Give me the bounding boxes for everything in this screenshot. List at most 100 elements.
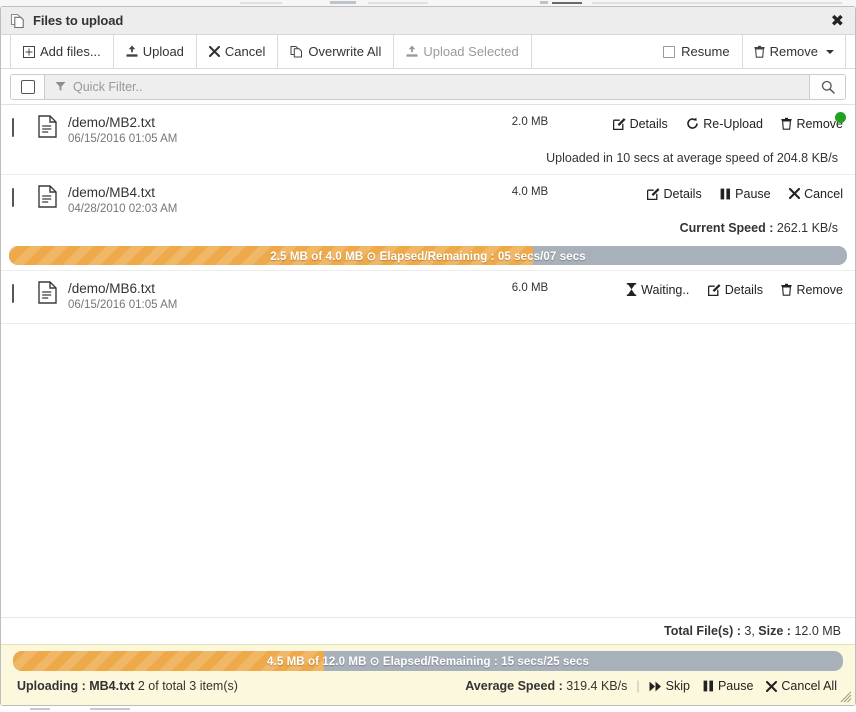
cancel-all-action[interactable]: Cancel All [766, 679, 837, 693]
add-files-label: Add files... [40, 44, 101, 59]
x-icon [766, 680, 778, 692]
cancel-button[interactable]: Cancel [196, 35, 279, 68]
waiting-label: Waiting.. [641, 282, 690, 297]
uploading-label: Uploading : [17, 679, 86, 693]
uploading-count: 2 of total 3 item(s) [137, 679, 238, 693]
dialog-titlebar: Files to upload ✖ [1, 7, 855, 35]
pause-label: Pause [735, 186, 771, 201]
plus-square-icon [23, 45, 35, 58]
magnifier-icon [821, 80, 835, 94]
search-button[interactable] [809, 74, 845, 99]
file-list: /demo/MB2.txt 06/15/2016 01:05 AM 2.0 MB… [1, 105, 855, 617]
file-name: /demo/MB2.txt [68, 115, 156, 130]
row-checkbox-cell[interactable] [12, 280, 38, 303]
row-checkbox-cell[interactable] [12, 114, 38, 137]
upload-result-note: Uploaded in 10 secs at average speed of … [546, 151, 838, 165]
copy-icon [290, 45, 303, 58]
file-date: 06/15/2016 01:05 AM [68, 133, 178, 145]
add-files-button[interactable]: Add files... [10, 35, 114, 68]
x-icon [789, 188, 801, 200]
re-upload-action[interactable]: Re-Upload [686, 117, 763, 131]
average-speed-label: Average Speed : [465, 679, 563, 693]
file-name: /demo/MB6.txt [68, 281, 156, 296]
close-icon[interactable]: ✖ [831, 12, 844, 29]
x-icon [208, 46, 220, 57]
current-speed-label: Current Speed : [679, 221, 774, 235]
upload-label: Upload [142, 44, 184, 59]
total-size-label: Size : [758, 624, 791, 638]
file-icon [38, 114, 68, 138]
row-checkbox[interactable] [12, 188, 14, 207]
remove-label: Remove [769, 44, 818, 59]
table-row: /demo/MB4.txt 04/28/2010 02:03 AM 4.0 MB… [1, 175, 855, 271]
uploading-file: MB4.txt [89, 679, 135, 693]
refresh-icon [686, 117, 699, 130]
details-action[interactable]: Details [612, 116, 668, 131]
details-label: Details [629, 116, 668, 131]
file-size: 4.0 MB [511, 186, 549, 198]
details-action[interactable]: Details [707, 282, 763, 297]
file-name: /demo/MB4.txt [68, 185, 156, 200]
cancel-action-label: Cancel [804, 186, 843, 201]
remove-action[interactable]: Remove [781, 283, 843, 297]
file-icon [38, 184, 68, 208]
hourglass-icon [626, 283, 637, 297]
pause-icon [703, 680, 714, 692]
overwrite-all-button[interactable]: Overwrite All [278, 35, 395, 68]
edit-icon [646, 187, 660, 201]
quick-filter-placeholder: Quick Filter.. [73, 79, 143, 94]
file-icon [38, 280, 68, 304]
table-row: /demo/MB6.txt 06/15/2016 01:05 AM 6.0 MB… [1, 271, 855, 324]
select-all-checkbox-cell[interactable] [11, 74, 45, 99]
pause-action[interactable]: Pause [720, 186, 771, 201]
row-checkbox[interactable] [12, 284, 14, 303]
row-checkbox-cell[interactable] [12, 184, 38, 207]
total-size-value: 12.0 MB [794, 624, 841, 638]
resume-label: Resume [681, 44, 730, 59]
total-files-value: 3, [744, 624, 755, 638]
edit-icon [707, 283, 721, 297]
overall-progress-label: 4.5 MB of 12.0 MB ⊙ Elapsed/Remaining : … [267, 656, 589, 668]
skip-forward-icon [649, 681, 662, 692]
resume-checkbox[interactable] [663, 45, 676, 58]
file-date: 04/28/2010 02:03 AM [68, 203, 178, 215]
re-upload-label: Re-Upload [703, 116, 763, 131]
dialog-toolbar: Add files... Upload Cancel Overwrite All… [1, 35, 855, 69]
resume-toggle[interactable]: Resume [651, 35, 741, 68]
uploading-status: Uploading : MB4.txt 2 of total 3 item(s) [17, 679, 238, 693]
divider: | [636, 679, 640, 693]
details-label: Details [724, 282, 763, 297]
quick-filter-input[interactable]: Quick Filter.. [45, 74, 809, 99]
overall-progress-bar: 4.5 MB of 12.0 MB ⊙ Elapsed/Remaining : … [13, 651, 843, 671]
table-row: /demo/MB2.txt 06/15/2016 01:05 AM 2.0 MB… [1, 105, 855, 175]
total-files-label: Total File(s) : [664, 624, 741, 638]
remove-action[interactable]: Remove [781, 117, 843, 131]
upload-selected-button[interactable]: Upload Selected [394, 35, 532, 68]
chevron-down-icon [826, 49, 834, 54]
waiting-status: Waiting.. [626, 283, 689, 297]
funnel-icon [55, 81, 66, 92]
select-all-checkbox[interactable] [20, 79, 35, 94]
cancel-action[interactable]: Cancel [789, 187, 843, 201]
file-progress-bar: 2.5 MB of 4.0 MB ⊙ Elapsed/Remaining : 0… [9, 246, 847, 265]
file-progress-label: 2.5 MB of 4.0 MB ⊙ Elapsed/Remaining : 0… [270, 250, 586, 263]
pause-all-label: Pause [717, 679, 754, 693]
resize-handle[interactable] [840, 691, 852, 703]
edit-icon [612, 117, 626, 131]
details-action[interactable]: Details [646, 186, 702, 201]
dialog-title: Files to upload [33, 13, 124, 28]
skip-action[interactable]: Skip [649, 679, 690, 693]
upload-selected-icon [406, 45, 418, 58]
file-date: 06/15/2016 01:05 AM [68, 299, 178, 311]
copy-files-icon [10, 13, 26, 29]
status-badge-done [835, 112, 846, 123]
details-label: Details [663, 186, 702, 201]
trash-icon [781, 283, 793, 297]
upload-button[interactable]: Upload [113, 35, 197, 68]
row-checkbox[interactable] [12, 118, 14, 137]
overwrite-all-label: Overwrite All [308, 44, 382, 59]
remove-action-label: Remove [796, 282, 843, 297]
trash-icon [781, 117, 793, 131]
remove-dropdown-button[interactable]: Remove [741, 35, 846, 68]
pause-all-action[interactable]: Pause [703, 679, 753, 693]
